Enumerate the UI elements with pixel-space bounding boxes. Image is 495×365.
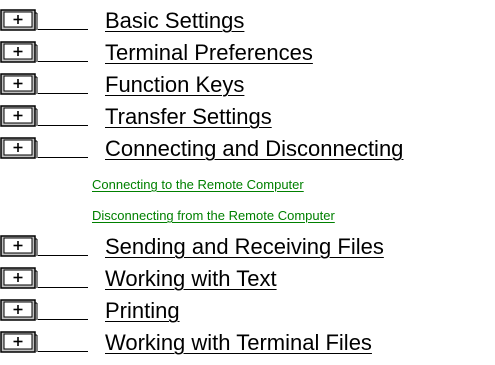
subtopic-link-connecting-to-remote-computer[interactable]: Connecting to the Remote Computer (92, 176, 304, 194)
topic-label: Printing (105, 298, 180, 323)
topic-label: Transfer Settings (105, 104, 272, 129)
closed-book-plus-icon (0, 235, 38, 257)
topic-label: Terminal Preferences (105, 40, 313, 65)
topic-transfer-settings[interactable]: Transfer Settings (0, 98, 300, 130)
topic-printing[interactable]: Printing (0, 292, 210, 324)
subtopic-link-disconnecting-from-remote-computer[interactable]: Disconnecting from the Remote Computer (92, 207, 335, 225)
topic-label: Working with Terminal Files (105, 330, 372, 355)
closed-book-plus-icon (0, 105, 38, 127)
topic-sending-and-receiving-files[interactable]: Sending and Receiving Files (0, 228, 420, 260)
topic-terminal-preferences[interactable]: Terminal Preferences (0, 34, 320, 66)
tree-connector (38, 319, 88, 320)
tree-connector (38, 29, 88, 30)
topic-label: Working with Text (105, 266, 277, 291)
closed-book-plus-icon (0, 41, 38, 63)
topic-label: Connecting and Disconnecting (105, 136, 404, 161)
closed-book-plus-icon (0, 331, 38, 353)
tree-connector (38, 255, 88, 256)
topic-working-with-terminal-files[interactable]: Working with Terminal Files (0, 324, 440, 356)
tree-connector (38, 61, 88, 62)
tree-connector (38, 157, 88, 158)
topic-label: Sending and Receiving Files (105, 234, 384, 259)
closed-book-plus-icon (0, 267, 38, 289)
closed-book-plus-icon (0, 73, 38, 95)
topic-working-with-text[interactable]: Working with Text (0, 260, 300, 292)
topic-label: Function Keys (105, 72, 245, 97)
tree-connector (38, 287, 88, 288)
help-contents-tree: Basic Settings Terminal Preferences Func… (0, 0, 495, 365)
topic-label: Basic Settings (105, 8, 245, 33)
closed-book-plus-icon (0, 299, 38, 321)
tree-connector (38, 125, 88, 126)
closed-book-plus-icon (0, 9, 38, 31)
tree-connector (38, 351, 88, 352)
topic-connecting-and-disconnecting[interactable]: Connecting and Disconnecting (0, 130, 440, 162)
topic-function-keys[interactable]: Function Keys (0, 66, 260, 98)
tree-connector (38, 93, 88, 94)
topic-basic-settings[interactable]: Basic Settings (0, 2, 260, 34)
closed-book-plus-icon (0, 137, 38, 159)
